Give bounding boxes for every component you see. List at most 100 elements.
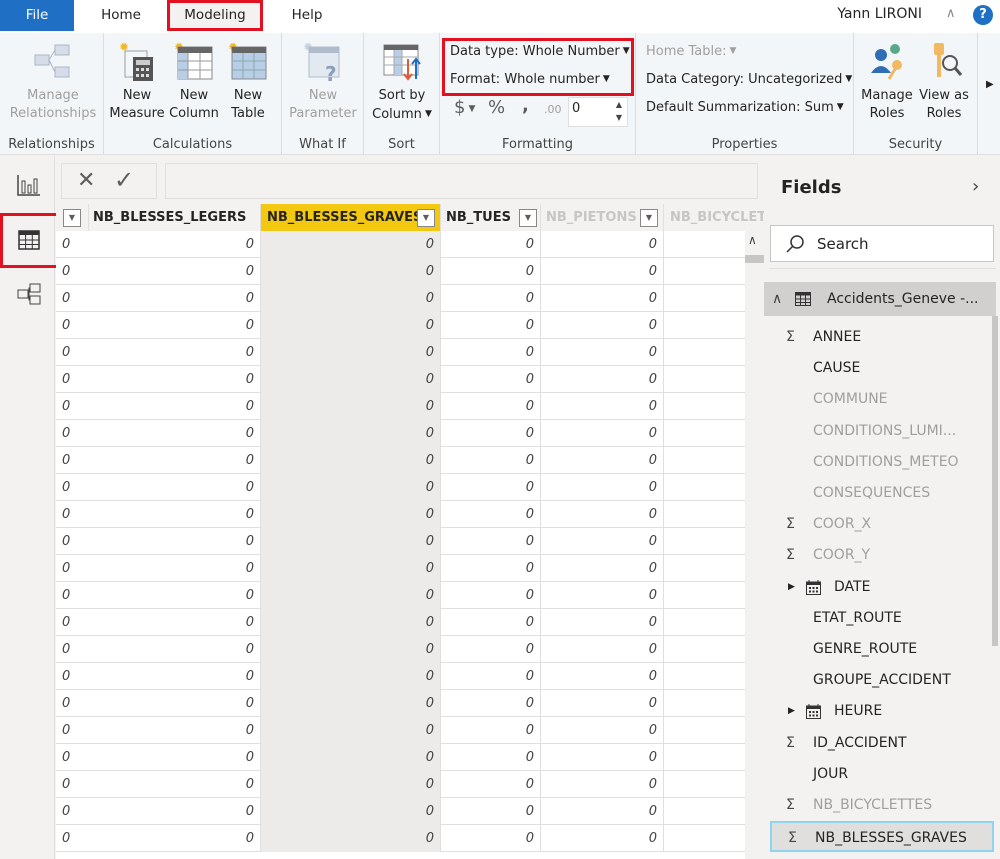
table-cell[interactable]: 0 [56, 825, 261, 852]
table-cell[interactable]: 0 [56, 339, 261, 366]
table-cell[interactable]: 0 [541, 285, 664, 312]
table-cell[interactable]: 0 [441, 231, 541, 258]
table-cell[interactable] [664, 420, 746, 447]
table-cell[interactable] [664, 231, 746, 258]
field-item[interactable]: Σ NB_BLESSES_GRAVES [770, 821, 994, 853]
table-cell[interactable]: 0 [441, 771, 541, 798]
scrollbar-thumb[interactable] [745, 255, 764, 263]
stepper-down-icon[interactable]: ▼ [616, 113, 622, 122]
table-cell[interactable]: 0 [56, 582, 261, 609]
table-cell[interactable]: 0 [56, 555, 261, 582]
table-row[interactable]: 00000 [56, 555, 746, 582]
new-table-button[interactable]: ✹ New Table [222, 39, 274, 123]
field-item[interactable]: ▶ HEURE [764, 696, 996, 727]
table-row[interactable]: 00000 [56, 258, 746, 285]
table-cell[interactable]: 0 [56, 258, 261, 285]
table-cell[interactable]: 0 [441, 744, 541, 771]
table-cell[interactable]: 0 [441, 393, 541, 420]
new-parameter-button[interactable]: ✹ ? New Parameter [286, 39, 360, 123]
default-summarization-dropdown[interactable]: Default Summarization: Sum ▼ [646, 100, 844, 115]
table-row[interactable]: 00000 [56, 636, 746, 663]
table-row[interactable]: 00000 [56, 312, 746, 339]
table-cell[interactable]: 0 [441, 555, 541, 582]
column-filter-icon[interactable]: ▼ [417, 209, 435, 227]
table-cell[interactable]: 0 [56, 312, 261, 339]
table-cell[interactable]: 0 [541, 501, 664, 528]
table-cell[interactable]: 0 [261, 825, 441, 852]
table-cell[interactable]: 0 [541, 825, 664, 852]
table-cell[interactable] [664, 717, 746, 744]
table-row[interactable]: 00000 [56, 231, 746, 258]
table-cell[interactable]: 0 [56, 609, 261, 636]
table-cell[interactable]: 0 [541, 528, 664, 555]
table-row[interactable]: 00000 [56, 339, 746, 366]
column-header-nb-bicyclettes[interactable]: NB_BICYCLETT [664, 204, 764, 231]
table-row[interactable]: 00000 [56, 609, 746, 636]
table-cell[interactable]: 0 [261, 339, 441, 366]
table-cell[interactable]: 0 [56, 474, 261, 501]
column-filter-icon[interactable]: ▼ [640, 209, 658, 227]
table-cell[interactable]: 0 [541, 555, 664, 582]
fields-search-input[interactable]: Search [770, 225, 994, 262]
table-cell[interactable]: 0 [261, 231, 441, 258]
table-row[interactable]: 00000 [56, 582, 746, 609]
table-cell[interactable]: 0 [541, 663, 664, 690]
column-header-partial[interactable]: ▼ [56, 204, 89, 231]
table-cell[interactable]: 0 [541, 609, 664, 636]
table-cell[interactable] [664, 393, 746, 420]
table-cell[interactable]: 0 [541, 771, 664, 798]
table-cell[interactable]: 0 [441, 420, 541, 447]
table-cell[interactable] [664, 366, 746, 393]
collapse-pane-icon[interactable]: › [972, 176, 979, 197]
table-cell[interactable]: 0 [261, 771, 441, 798]
commit-icon[interactable]: ✓ [114, 166, 134, 194]
table-cell[interactable] [664, 798, 746, 825]
table-cell[interactable]: 0 [441, 825, 541, 852]
new-measure-button[interactable]: ✹ New Measure [108, 39, 166, 123]
table-cell[interactable]: 0 [541, 447, 664, 474]
collapse-icon[interactable]: ∧ [772, 282, 782, 316]
table-cell[interactable]: 0 [261, 717, 441, 744]
table-row[interactable]: 00000 [56, 798, 746, 825]
field-item[interactable]: JOUR [764, 759, 996, 790]
table-cell[interactable]: 0 [441, 474, 541, 501]
table-cell[interactable]: 0 [541, 420, 664, 447]
table-row[interactable]: 00000 [56, 690, 746, 717]
field-item[interactable]: Σ COOR_Y [764, 540, 996, 571]
expand-icon[interactable]: ▶ [788, 572, 795, 603]
table-cell[interactable]: 0 [441, 798, 541, 825]
table-cell[interactable] [664, 339, 746, 366]
field-item[interactable]: CONDITIONS_LUMI... [764, 416, 996, 447]
table-row[interactable]: 00000 [56, 393, 746, 420]
fields-scrollbar[interactable] [992, 316, 998, 646]
table-cell[interactable] [664, 258, 746, 285]
table-cell[interactable]: 0 [441, 258, 541, 285]
table-cell[interactable] [664, 447, 746, 474]
expand-icon[interactable]: ▶ [788, 696, 795, 727]
table-cell[interactable]: 0 [261, 501, 441, 528]
table-row[interactable]: 00000 [56, 717, 746, 744]
table-cell[interactable] [664, 555, 746, 582]
table-cell[interactable]: 0 [541, 258, 664, 285]
table-cell[interactable]: 0 [541, 636, 664, 663]
table-cell[interactable]: 0 [56, 717, 261, 744]
table-cell[interactable]: 0 [261, 366, 441, 393]
field-item[interactable]: CAUSE [764, 353, 996, 384]
table-row[interactable]: 00000 [56, 420, 746, 447]
table-cell[interactable]: 0 [541, 474, 664, 501]
column-filter-icon[interactable]: ▼ [63, 209, 81, 227]
table-cell[interactable]: 0 [441, 528, 541, 555]
table-cell[interactable]: 0 [56, 771, 261, 798]
data-category-dropdown[interactable]: Data Category: Uncategorized ▼ [646, 72, 852, 87]
table-cell[interactable] [664, 636, 746, 663]
manage-relationships-button[interactable]: Manage Relationships [8, 39, 98, 123]
table-cell[interactable]: 0 [261, 420, 441, 447]
table-cell[interactable]: 0 [261, 393, 441, 420]
table-cell[interactable] [664, 582, 746, 609]
tab-home[interactable]: Home [88, 0, 154, 31]
table-cell[interactable]: 0 [261, 555, 441, 582]
table-row[interactable]: 00000 [56, 771, 746, 798]
table-cell[interactable]: 0 [441, 366, 541, 393]
table-row[interactable]: 00000 [56, 825, 746, 852]
table-cell[interactable]: 0 [56, 663, 261, 690]
